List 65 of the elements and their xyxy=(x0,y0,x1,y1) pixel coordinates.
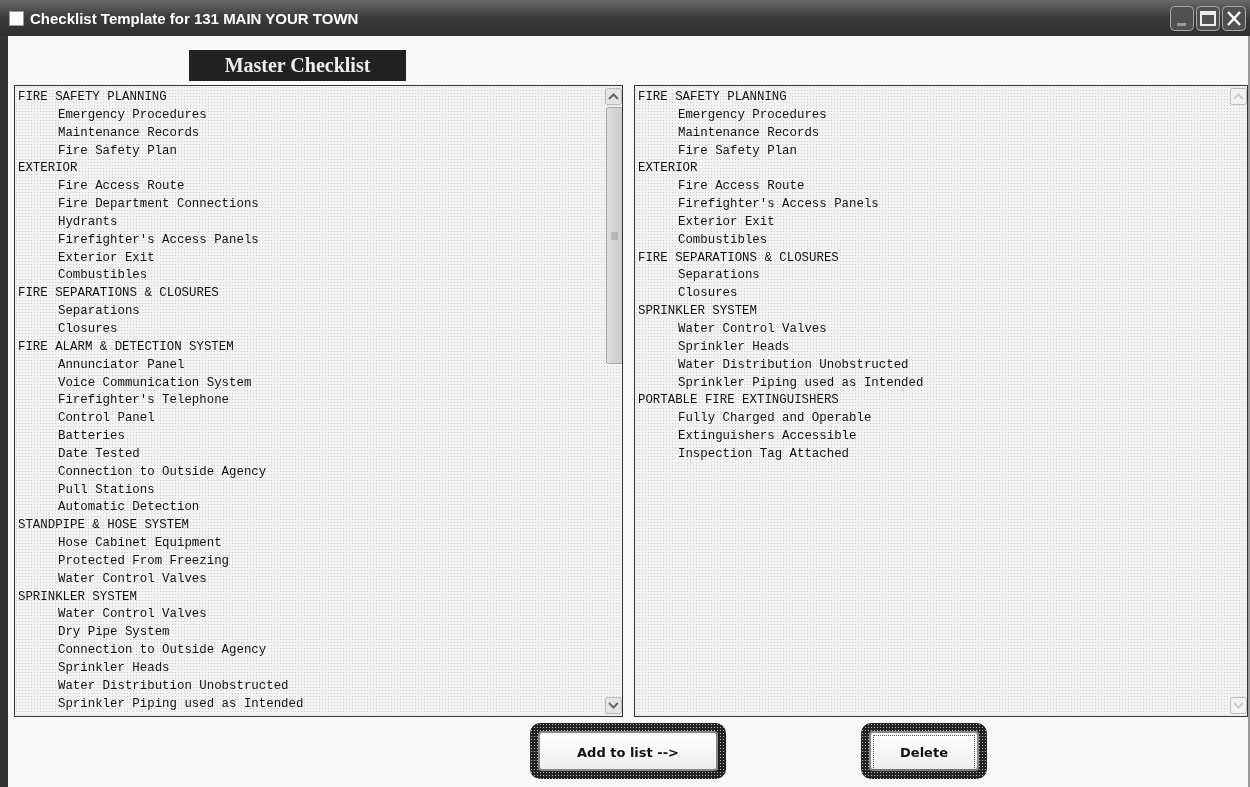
checklist-item[interactable]: Automatic Detection xyxy=(58,499,200,518)
checklist-item[interactable]: Fire Safety Plan xyxy=(678,142,797,161)
delete-button[interactable]: Delete xyxy=(869,731,979,771)
maximize-icon[interactable] xyxy=(1196,5,1220,31)
checklist-item[interactable]: Water Control Valves xyxy=(58,570,207,589)
window-icon[interactable] xyxy=(9,10,24,26)
checklist-item[interactable]: Water Distribution Unobstructed xyxy=(58,677,289,696)
checklist-item[interactable]: Connection to Outside Agency xyxy=(58,463,267,482)
category-item[interactable]: SPRINKLER SYSTEM xyxy=(18,588,137,607)
checklist-item[interactable]: Hydrants xyxy=(58,213,118,232)
checklist-item[interactable]: Sprinkler Heads xyxy=(678,338,790,357)
checklist-item[interactable]: Date Tested xyxy=(58,445,140,464)
checklist-item[interactable]: Batteries xyxy=(58,428,125,446)
category-item[interactable]: PORTABLE FIRE EXTINGUISHERS xyxy=(638,392,839,411)
checklist-item[interactable]: Fire Safety Plan xyxy=(58,142,177,161)
checklist-item[interactable]: Dry Pipe System xyxy=(58,624,170,643)
checklist-item[interactable]: Pull Stations xyxy=(58,481,155,500)
checklist-item[interactable]: Fire Department Connections xyxy=(58,196,259,214)
category-item[interactable]: FIRE ALARM & DETECTION SYSTEM xyxy=(18,338,234,357)
checklist-item[interactable]: Exterior Exit xyxy=(58,249,155,268)
category-item[interactable]: STANDPIPE & HOSE SYSTEM xyxy=(18,517,190,536)
checklist-item[interactable]: Firefighter's Access Panels xyxy=(678,196,879,214)
checklist-item[interactable]: Sprinkler Heads xyxy=(58,660,170,678)
checklist-item[interactable]: Water Control Valves xyxy=(58,606,207,625)
checklist-item[interactable]: Connection to Outside Agency xyxy=(58,642,267,660)
checklist-item[interactable]: Annunciator Panel xyxy=(58,356,185,375)
checklist-item[interactable]: Sprinkler Piping used as Intended xyxy=(678,374,924,393)
checklist-item[interactable]: Control Panel xyxy=(58,410,155,429)
checklist-item[interactable]: Firefighter's Access Panels xyxy=(58,231,259,250)
checklist-item[interactable]: Emergency Procedures xyxy=(678,106,827,125)
minimize-icon[interactable] xyxy=(1170,5,1194,31)
category-item[interactable]: FIRE SAFETY PLANNING xyxy=(18,89,167,107)
category-item[interactable]: SPRINKLER SYSTEM xyxy=(638,303,757,321)
checklist-item[interactable]: Firefighter's Telephone xyxy=(58,392,230,411)
close-icon[interactable] xyxy=(1222,5,1246,31)
checklist-item[interactable]: Emergency Procedures xyxy=(58,106,207,125)
checklist-item[interactable]: Fully Charged and Operable xyxy=(678,410,872,429)
category-item[interactable]: EXTERIOR xyxy=(638,160,698,179)
checklist-item[interactable]: Voice Communication System xyxy=(58,374,252,393)
window-title: Checklist Template for 131 MAIN YOUR TOWN xyxy=(30,9,360,27)
heading: Master Checklist xyxy=(189,50,406,81)
category-item[interactable]: FIRE SEPARATIONS & CLOSURES xyxy=(638,249,839,268)
checklist-item[interactable]: Fire Access Route xyxy=(58,178,185,197)
checklist-item[interactable]: Water Control Valves xyxy=(678,320,827,339)
checklist-item[interactable]: Fire Access Route xyxy=(678,178,805,197)
checklist-item[interactable]: Combustibles xyxy=(678,231,768,250)
checklist-item[interactable]: Closures xyxy=(58,320,118,339)
checklist-item[interactable]: Maintenance Records xyxy=(678,124,820,143)
scrollbar-thumb[interactable] xyxy=(605,107,622,364)
category-item[interactable]: FIRE SAFETY PLANNING xyxy=(638,89,787,107)
checklist-item[interactable]: Separations xyxy=(678,267,760,286)
checklist-item[interactable]: Maintenance Records xyxy=(58,124,200,143)
checklist-item[interactable]: Combustibles xyxy=(58,267,148,286)
category-item[interactable]: EXTERIOR xyxy=(18,160,78,179)
checklist-item[interactable]: Sprinkler Piping used as Intended xyxy=(58,695,304,714)
checklist-item[interactable]: Protected From Freezing xyxy=(58,552,230,571)
category-item[interactable]: FIRE SEPARATIONS & CLOSURES xyxy=(18,285,219,304)
checklist-item[interactable]: Separations xyxy=(58,303,140,321)
checklist-item[interactable]: Inspection Tag Attached xyxy=(678,445,850,464)
checklist-item[interactable]: Closures xyxy=(678,285,738,304)
checklist-item[interactable]: Hose Cabinet Equipment xyxy=(58,535,222,553)
checklist-item[interactable]: Exterior Exit xyxy=(678,213,775,232)
add-to-list-button[interactable]: Add to list --> xyxy=(538,731,718,771)
checklist-item[interactable]: Water Distribution Unobstructed xyxy=(678,356,909,375)
checklist-item[interactable]: Extinguishers Accessible xyxy=(678,428,857,446)
